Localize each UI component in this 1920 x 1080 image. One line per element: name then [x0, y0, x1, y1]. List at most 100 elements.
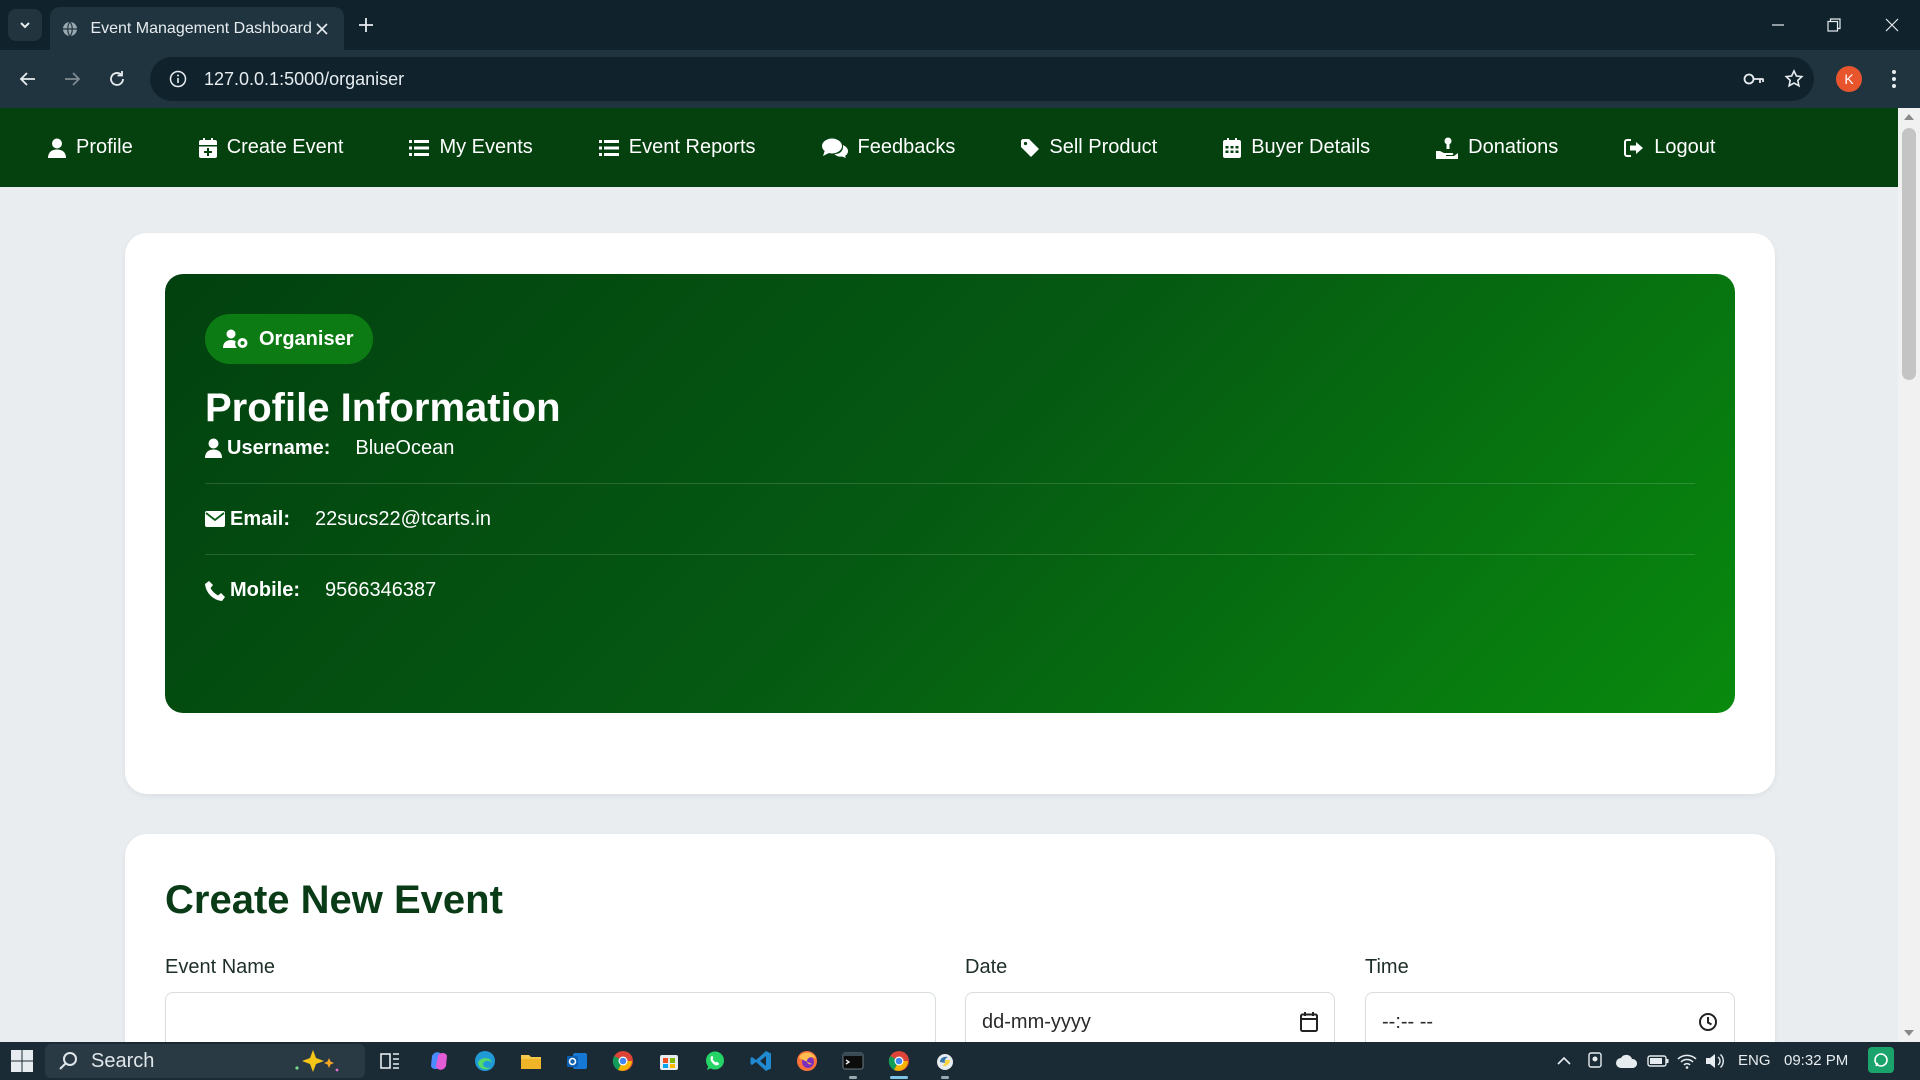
- scrollbar-thumb[interactable]: [1902, 128, 1916, 380]
- event-name-label: Event Name: [165, 956, 276, 978]
- username-label-text: Username:: [227, 436, 331, 459]
- tag-icon: [1021, 138, 1040, 157]
- chevron-down-icon: [20, 22, 30, 29]
- notification-chat-icon[interactable]: [1868, 1047, 1894, 1073]
- minimize-window-button[interactable]: [1750, 0, 1806, 50]
- scroll-up-arrow-icon[interactable]: [1904, 114, 1914, 120]
- arrow-right-icon: [65, 72, 81, 86]
- python-idle-app-icon[interactable]: [930, 1046, 960, 1079]
- role-badge: Organiser: [205, 314, 374, 364]
- nav-feedbacks[interactable]: Feedbacks: [821, 136, 956, 159]
- volume-speaker-icon[interactable]: [1704, 1050, 1726, 1072]
- chrome-app-icon[interactable]: [608, 1046, 638, 1076]
- browser-toolbar: 127.0.0.1:5000/organiser K: [0, 50, 1920, 108]
- nav-feedbacks-label: Feedbacks: [857, 136, 956, 158]
- mobile-label-text: Mobile:: [230, 579, 300, 601]
- copilot-app-icon[interactable]: [424, 1046, 454, 1076]
- profile-card: Organiser Profile Information Username: …: [125, 233, 1775, 794]
- file-explorer-icon[interactable]: [516, 1046, 546, 1076]
- email-value: 22sucs22@tcarts.in: [315, 507, 491, 530]
- onedrive-cloud-icon[interactable]: [1614, 1050, 1640, 1072]
- browser-tab-active[interactable]: Event Management Dashboard: [50, 7, 344, 50]
- task-view-icon[interactable]: [375, 1046, 405, 1076]
- calendar-plus-icon: [198, 137, 217, 158]
- close-window-button[interactable]: [1864, 0, 1920, 50]
- browser-menu-button[interactable]: [1878, 63, 1910, 95]
- nav-donations-label: Donations: [1468, 136, 1559, 158]
- language-indicator[interactable]: ENG: [1738, 1052, 1771, 1069]
- site-info-icon[interactable]: [156, 57, 200, 101]
- more-vertical-icon: [1892, 70, 1896, 88]
- nav-sell-product-label: Sell Product: [1049, 136, 1158, 158]
- nav-profile-label: Profile: [76, 136, 133, 158]
- nav-buyer-details[interactable]: Buyer Details: [1223, 136, 1370, 159]
- mobile-label: Mobile:: [205, 579, 300, 602]
- nav-event-reports[interactable]: Event Reports: [598, 136, 756, 159]
- windows-start-icon[interactable]: [10, 1049, 34, 1073]
- nav-create-event-label: Create Event: [226, 136, 344, 158]
- nav-logout-label: Logout: [1654, 136, 1716, 158]
- calendar-icon[interactable]: [1300, 1012, 1318, 1032]
- back-button[interactable]: [12, 63, 44, 95]
- profile-avatar[interactable]: K: [1836, 66, 1862, 92]
- username-row: Username: BlueOcean: [205, 413, 1695, 484]
- username-value: BlueOcean: [355, 436, 455, 459]
- restore-window-button[interactable]: [1806, 0, 1862, 50]
- address-bar[interactable]: 127.0.0.1:5000/organiser: [150, 57, 1814, 101]
- terminal-app-icon[interactable]: [838, 1046, 868, 1079]
- time-placeholder: --:-- --: [1382, 1010, 1434, 1033]
- nav-logout[interactable]: Logout: [1624, 136, 1715, 159]
- hand-holding-icon: [1436, 137, 1459, 159]
- scroll-down-arrow-icon[interactable]: [1904, 1030, 1914, 1036]
- phone-icon: [205, 580, 225, 601]
- password-key-icon[interactable]: [1734, 57, 1774, 101]
- plus-icon: [359, 18, 373, 32]
- user-cog-icon: [223, 329, 248, 348]
- forward-button[interactable]: [56, 63, 88, 95]
- profile-info-panel: Organiser Profile Information Username: …: [165, 274, 1735, 713]
- microsoft-store-icon[interactable]: [654, 1046, 684, 1076]
- new-tab-button[interactable]: [352, 11, 380, 39]
- close-tab-icon[interactable]: [312, 18, 332, 40]
- bookmark-star-icon[interactable]: [1774, 57, 1814, 101]
- search-icon: [59, 1052, 77, 1070]
- nav-my-events-label: My Events: [439, 136, 533, 158]
- page-scrollbar[interactable]: [1898, 108, 1920, 1042]
- chrome-active-window-icon[interactable]: [884, 1046, 914, 1079]
- copilot-sparkle-icon: [295, 1050, 339, 1072]
- taskbar-clock[interactable]: 09:32 PM: [1784, 1052, 1848, 1069]
- arrow-left-icon: [19, 72, 35, 86]
- nav-my-events[interactable]: My Events: [409, 136, 533, 159]
- nav-create-event[interactable]: Create Event: [198, 136, 344, 159]
- firefox-app-icon[interactable]: [792, 1046, 822, 1076]
- tab-search-button[interactable]: [8, 9, 42, 41]
- edge-browser-icon[interactable]: [470, 1046, 500, 1076]
- tab-title: Event Management Dashboard: [90, 19, 312, 37]
- nav-sell-product[interactable]: Sell Product: [1021, 136, 1157, 159]
- wifi-icon[interactable]: [1676, 1050, 1698, 1072]
- nav-profile[interactable]: Profile: [48, 136, 133, 159]
- nav-donations[interactable]: Donations: [1436, 136, 1558, 159]
- globe-icon: [62, 20, 78, 38]
- show-hidden-icons-chevron-up-icon[interactable]: [1554, 1050, 1574, 1072]
- minimize-icon: [1772, 24, 1784, 26]
- outlook-app-icon[interactable]: [562, 1046, 592, 1076]
- list-icon: [598, 139, 619, 156]
- mobile-row: Mobile: 9566346387: [205, 555, 1695, 626]
- email-row: Email: 22sucs22@tcarts.in: [205, 484, 1695, 555]
- url-text[interactable]: 127.0.0.1:5000/organiser: [204, 69, 1734, 90]
- vscode-app-icon[interactable]: [746, 1046, 776, 1076]
- meet-now-icon[interactable]: [1584, 1050, 1606, 1072]
- list-icon: [409, 139, 430, 156]
- user-icon: [48, 138, 66, 158]
- taskbar-search-placeholder: Search: [91, 1049, 155, 1072]
- close-icon: [1885, 18, 1899, 32]
- clock-icon[interactable]: [1698, 1012, 1718, 1032]
- battery-icon[interactable]: [1646, 1050, 1670, 1072]
- taskbar-search-box[interactable]: Search: [45, 1044, 365, 1078]
- whatsapp-app-icon[interactable]: [700, 1046, 730, 1076]
- email-label: Email:: [205, 508, 290, 531]
- reload-button[interactable]: [101, 63, 133, 95]
- browser-tab-bar: Event Management Dashboard: [0, 0, 1920, 50]
- envelope-icon: [205, 511, 225, 527]
